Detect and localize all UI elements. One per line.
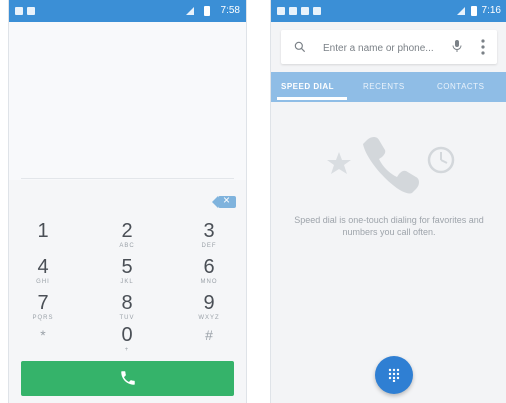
key-letters: GHI <box>36 279 50 285</box>
star-icon <box>327 152 351 174</box>
key-5[interactable]: 5 JKL <box>107 256 147 294</box>
dialer-screen: 7:58 1 2 ABC 3 DEF 4 GHI 5 JKL 6 MNO 7 P… <box>8 0 247 403</box>
key-4[interactable]: 4 GHI <box>23 256 63 294</box>
key-number: 5 <box>121 256 133 278</box>
more-icon[interactable] <box>481 39 485 55</box>
empty-state-message: Speed dial is one-touch dialing for favo… <box>294 215 484 237</box>
key-symbol: * <box>40 327 46 343</box>
clock-icon <box>427 146 455 174</box>
key-letters: + <box>124 347 130 353</box>
phone-icon <box>363 137 419 194</box>
key-letters: MNO <box>200 279 218 285</box>
signal-icon <box>457 7 465 15</box>
key-number: 3 <box>203 220 215 242</box>
key-number: 4 <box>37 256 49 278</box>
key-3[interactable]: 3 DEF <box>189 220 229 258</box>
search-icon[interactable] <box>293 40 307 54</box>
key-2[interactable]: 2 ABC <box>107 220 147 258</box>
signal-icon <box>186 7 194 15</box>
key-letters: PQRS <box>32 315 54 321</box>
key-number: 9 <box>203 292 215 314</box>
key-1[interactable]: 1 <box>23 220 63 258</box>
empty-state-illustration <box>319 128 469 198</box>
speed-dial-screen: 7:16 SPEED DIAL RECENTS C <box>270 0 506 403</box>
tab-speed-dial[interactable]: SPEED DIAL <box>281 82 334 91</box>
mic-icon[interactable] <box>451 39 463 53</box>
key-symbol: # <box>205 327 213 343</box>
backspace-icon[interactable] <box>212 193 236 208</box>
key-letters: DEF <box>201 243 217 249</box>
key-star[interactable]: * <box>23 324 63 362</box>
tab-recents[interactable]: RECENTS <box>363 82 405 91</box>
tab-contacts[interactable]: CONTACTS <box>437 82 484 91</box>
active-tab-indicator <box>277 97 347 100</box>
divider <box>21 178 234 179</box>
key-number: 6 <box>203 256 215 278</box>
key-letters: WXYZ <box>198 315 220 321</box>
key-number: 7 <box>37 292 49 314</box>
key-number: 8 <box>121 292 133 314</box>
key-0[interactable]: 0 + <box>107 324 147 362</box>
dialpad-icon <box>388 368 400 383</box>
key-number: 1 <box>37 220 49 242</box>
notification-icon <box>313 7 321 15</box>
digits-display[interactable] <box>9 22 246 180</box>
notification-icon <box>27 7 35 15</box>
battery-icon <box>204 6 210 16</box>
dialpad-button[interactable] <box>375 356 413 394</box>
phone-icon <box>119 369 137 387</box>
status-time: 7:16 <box>481 5 501 16</box>
key-6[interactable]: 6 MNO <box>189 256 229 294</box>
status-bar: 7:16 <box>271 0 506 22</box>
notification-icon <box>15 7 23 15</box>
key-number: 0 <box>121 324 133 346</box>
notification-icon <box>277 7 285 15</box>
search-bar[interactable] <box>281 30 497 64</box>
status-bar: 7:58 <box>9 0 246 22</box>
notification-icon <box>301 7 309 15</box>
status-time: 7:58 <box>220 5 240 16</box>
key-number: 2 <box>121 220 133 242</box>
key-letters: ABC <box>119 243 135 249</box>
key-letters: TUV <box>119 315 135 321</box>
key-letters: JKL <box>120 279 134 285</box>
battery-icon <box>471 6 477 16</box>
key-hash[interactable]: # <box>189 324 229 362</box>
notification-icon <box>289 7 297 15</box>
call-button[interactable] <box>21 361 234 396</box>
search-input[interactable] <box>321 39 465 57</box>
